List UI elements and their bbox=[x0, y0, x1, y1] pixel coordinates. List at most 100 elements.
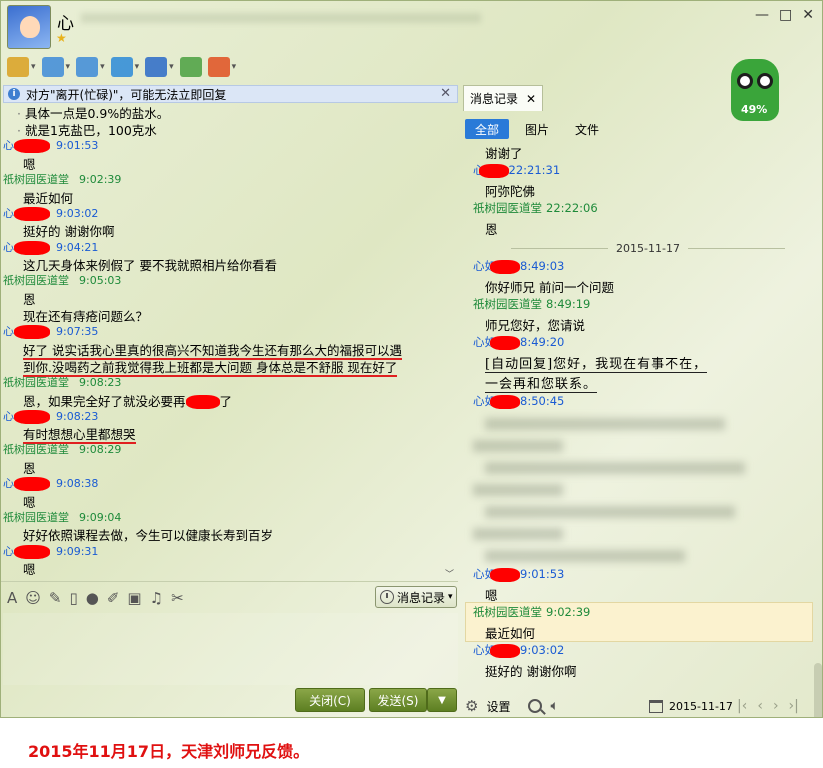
toolbar-button[interactable]: ▾ bbox=[7, 54, 36, 80]
history-line: 心如 8:49:20 bbox=[473, 334, 564, 350]
toolbar-button[interactable]: ▾ bbox=[110, 54, 140, 80]
settings-label[interactable]: 设置 bbox=[486, 698, 510, 715]
message-time: 9:01:53 bbox=[520, 567, 565, 581]
filter-files[interactable]: 文件 bbox=[565, 119, 609, 139]
message-time: 9:08:38 bbox=[56, 477, 99, 491]
message-content: 最近如何 bbox=[23, 190, 74, 206]
minimize-button[interactable]: — bbox=[755, 7, 769, 23]
history-line: 祇树园医道堂 22:22:06 bbox=[473, 200, 598, 216]
close-button[interactable]: 关闭(C) bbox=[295, 688, 365, 712]
message-content: 具体一点是0.9%的盐水。 bbox=[24, 106, 170, 121]
screenshot-icon[interactable]: ▯ bbox=[69, 589, 77, 607]
first-page-icon[interactable]: |‹ bbox=[737, 698, 747, 714]
message-text: 这几天身体来例假了 要不我就照相片给你看看 bbox=[23, 255, 277, 274]
toolbar-button[interactable] bbox=[179, 54, 202, 80]
shake-icon[interactable]: ✎ bbox=[49, 589, 62, 607]
chevron-down-icon[interactable]: ▾ bbox=[232, 62, 237, 72]
send-options-icon[interactable]: ▼ bbox=[427, 688, 457, 712]
message-content: 阿弥陀佛 bbox=[485, 184, 536, 199]
message-text: 嗯 bbox=[23, 492, 36, 511]
scissors-icon[interactable]: ✂ bbox=[171, 589, 184, 607]
edit-icon[interactable]: ✐ bbox=[107, 589, 120, 607]
message-history-button[interactable]: 消息记录 ▾ bbox=[375, 586, 457, 608]
filter-all[interactable]: 全部 bbox=[465, 119, 510, 139]
date-picker[interactable]: 2015-11-17 bbox=[649, 693, 733, 717]
sender-header: 心 9:09:31 bbox=[3, 543, 98, 559]
sender-name: 心 bbox=[3, 240, 14, 254]
close-notice-icon[interactable]: ✕ bbox=[440, 86, 451, 101]
chevron-down-icon[interactable]: ▾ bbox=[31, 62, 36, 72]
bullet: · bbox=[17, 123, 21, 139]
maximize-button[interactable]: □ bbox=[779, 7, 792, 23]
video-call-icon bbox=[41, 57, 64, 77]
close-window-button[interactable]: ✕ bbox=[802, 7, 814, 23]
history-scrollbar[interactable] bbox=[814, 143, 822, 717]
chevron-down-icon[interactable]: ▾ bbox=[66, 62, 71, 72]
message-time: 8:49:20 bbox=[520, 335, 565, 349]
toolbar-button[interactable]: ▾ bbox=[145, 54, 174, 80]
send-button[interactable]: 发送(S) bbox=[369, 688, 427, 712]
toolbar-button[interactable]: ▾ bbox=[76, 54, 105, 80]
message-time: 9:09:31 bbox=[56, 544, 99, 558]
avatar[interactable] bbox=[7, 5, 51, 49]
sender-name: 祇树园医道堂 bbox=[3, 443, 69, 457]
blurred-message bbox=[473, 528, 563, 540]
message-content: 嗯 bbox=[23, 562, 36, 577]
toolbar-button[interactable]: ▾ bbox=[41, 54, 71, 80]
music-icon[interactable]: ♫ bbox=[150, 589, 163, 607]
close-tab-icon[interactable]: ✕ bbox=[526, 92, 536, 106]
scroll-down-icon[interactable]: ﹀ bbox=[445, 567, 454, 580]
filter-images[interactable]: 图片 bbox=[515, 119, 559, 139]
message-content: 你好师兄 前问一个问题 bbox=[485, 280, 614, 295]
image-icon[interactable]: ▣ bbox=[127, 589, 141, 607]
message-time: 9:08:29 bbox=[79, 443, 122, 457]
chevron-down-icon[interactable]: ▾ bbox=[100, 62, 105, 72]
date-separator: 2015-11-17 bbox=[503, 242, 793, 255]
last-page-icon[interactable]: ›| bbox=[789, 698, 799, 714]
font-icon[interactable]: A bbox=[7, 589, 17, 607]
message-text: 好好依照课程去做，今生可以健康长寿到百岁 bbox=[23, 525, 273, 544]
message-time: 9:05:03 bbox=[79, 274, 122, 288]
message-input[interactable] bbox=[3, 613, 458, 685]
message-text: 好了 说实话我心里真的很高兴不知道我今生还有那么大的福报可以遇 bbox=[23, 340, 402, 360]
add-contact-icon bbox=[179, 57, 202, 77]
chevron-down-icon[interactable]: ▾ bbox=[135, 62, 140, 72]
redacted-name bbox=[14, 240, 50, 255]
message-content: 嗯 bbox=[23, 156, 36, 172]
gear-icon[interactable]: ⚙ bbox=[465, 697, 478, 715]
sender-header: 祇树园医道堂 9:08:23 bbox=[3, 374, 121, 390]
sender-name: 心 bbox=[3, 325, 14, 339]
emoji-icon[interactable]: ☺ bbox=[25, 589, 41, 607]
message-time: 9:01:53 bbox=[56, 139, 99, 153]
redacted-name bbox=[14, 477, 50, 492]
message-time: 9:02:39 bbox=[79, 173, 122, 187]
message-time: 22:21:31 bbox=[508, 163, 561, 177]
chevron-down-icon[interactable]: ▾ bbox=[169, 62, 174, 72]
auto-reply-text: [自动回复]您好，我现在有事不在， bbox=[485, 357, 708, 373]
sender-header: 心 9:01:53 bbox=[3, 137, 99, 154]
search-icon[interactable] bbox=[528, 699, 543, 713]
blurred-message bbox=[485, 506, 735, 518]
prev-page-icon[interactable]: ‹ bbox=[757, 698, 763, 714]
blurred-message bbox=[485, 418, 725, 430]
next-page-icon[interactable]: › bbox=[773, 698, 779, 714]
message-time: 9:08:23 bbox=[56, 409, 99, 423]
mic-icon[interactable]: ● bbox=[86, 589, 99, 607]
toolbar-button[interactable]: ▾ bbox=[207, 54, 237, 80]
qq-chat-window: 心 ★ — □ ✕ ▾ ▾ ▾ ▾ ▾ ▾ 49% i 对方"离开(忙碌)"，可能无法立即… bbox=[0, 0, 823, 718]
bullet: · bbox=[17, 106, 21, 121]
window-controls: — □ ✕ bbox=[755, 7, 814, 23]
history-line: 心如 9:01:53 bbox=[473, 566, 564, 582]
message-time: 9:03:02 bbox=[520, 643, 565, 657]
message-content: 恩，如果完全好了就没必要再 bbox=[23, 393, 186, 409]
redacted-name bbox=[490, 259, 520, 274]
sender-header: 祇树园医道堂 9:05:03 bbox=[3, 272, 121, 288]
speaker-icon[interactable]: 🔈︎ bbox=[550, 698, 558, 714]
sender-name: 祇树园医道堂 bbox=[3, 173, 69, 187]
message-text: 到你.没喝药之前我觉得我上班都是大问题 身体总是不舒服 现在好了 bbox=[23, 357, 398, 377]
message-time: 22:22:06 bbox=[546, 201, 598, 215]
message-content: 谢谢了 bbox=[485, 146, 523, 161]
history-line: 心如 8:49:03 bbox=[473, 258, 564, 274]
history-line: 心如 8:50:45 bbox=[473, 393, 564, 409]
tab-message-history[interactable]: 消息记录 ✕ bbox=[463, 85, 543, 111]
